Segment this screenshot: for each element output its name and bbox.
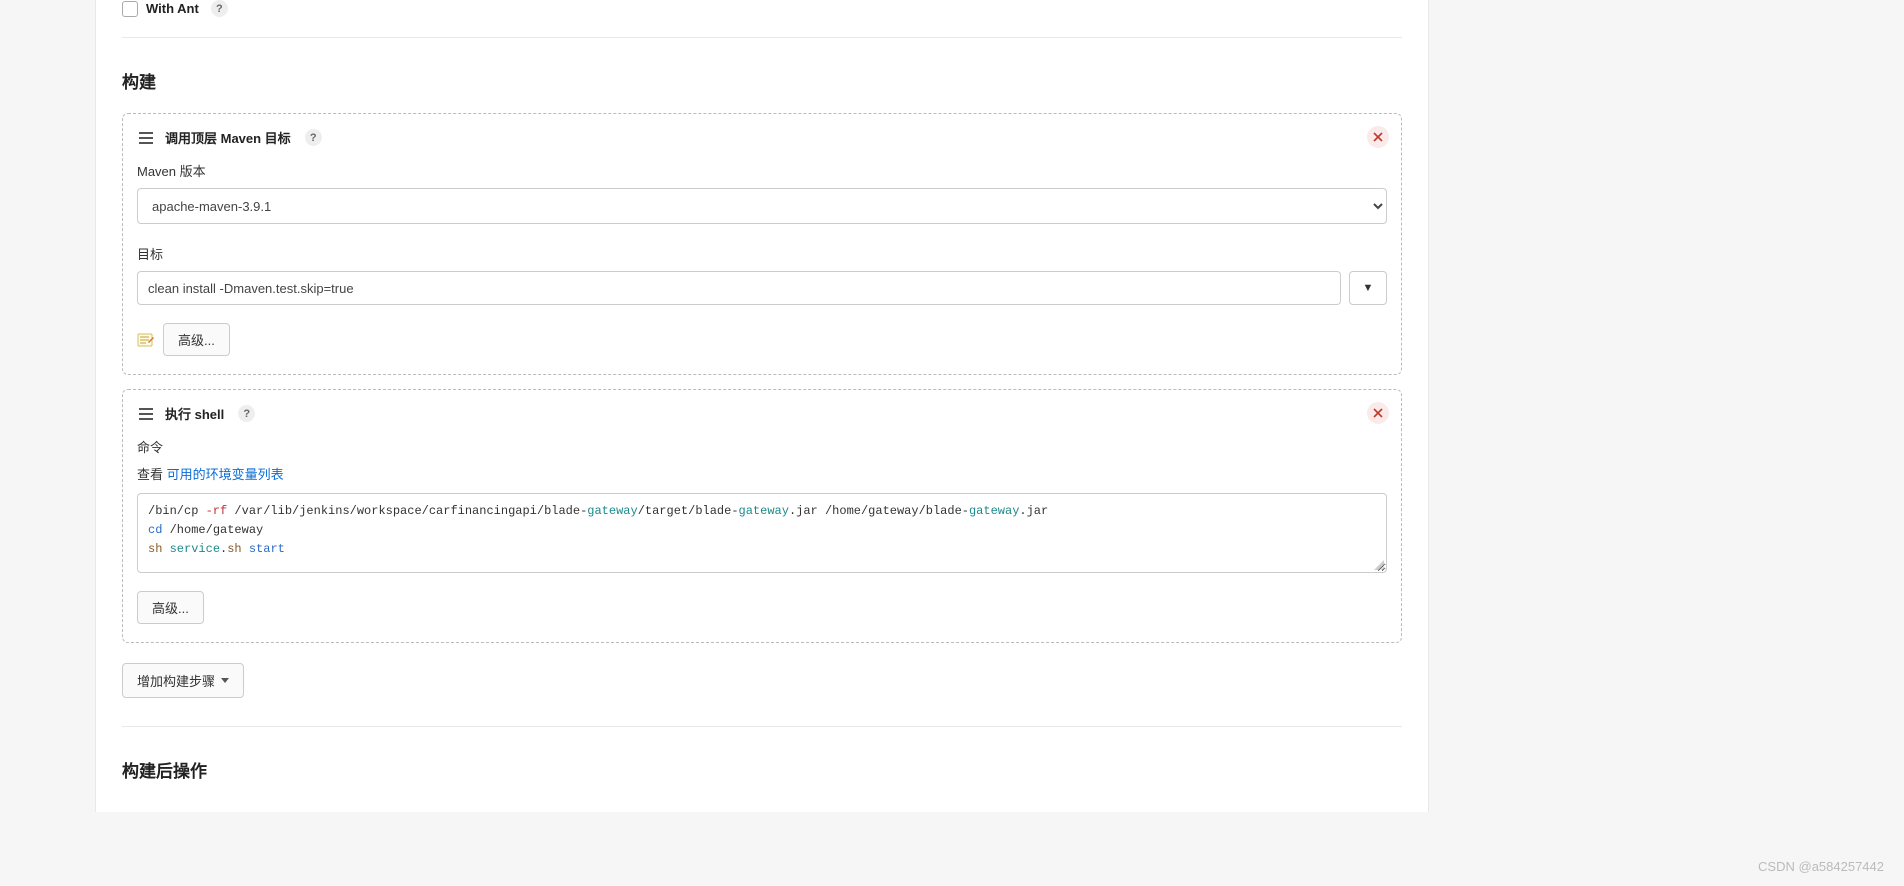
env-vars-link[interactable]: 可用的环境变量列表 <box>167 467 284 482</box>
post-build-section-title: 构建后操作 <box>122 757 1402 782</box>
shell-command-editor[interactable]: /bin/cp -rf /var/lib/jenkins/workspace/c… <box>137 493 1387 573</box>
with-ant-row: With Ant ? <box>122 0 1402 17</box>
chevron-down-icon <box>221 678 229 683</box>
maven-version-select[interactable]: apache-maven-3.9.1 <box>137 188 1387 224</box>
maven-advanced-button[interactable]: 高级... <box>163 323 230 356</box>
maven-card-title: 调用顶层 Maven 目标 <box>165 128 291 147</box>
close-icon <box>1373 132 1383 142</box>
hint-prefix: 查看 <box>137 467 167 482</box>
add-build-step-label: 增加构建步骤 <box>137 671 215 690</box>
card-header: 调用顶层 Maven 目标 ? <box>137 128 1387 147</box>
card-header: 执行 shell ? <box>137 404 1387 423</box>
with-ant-checkbox[interactable] <box>122 1 138 17</box>
shell-command-label: 命令 <box>137 437 1387 456</box>
resize-grip-icon <box>1372 558 1384 570</box>
maven-goal-row: ▼ <box>137 271 1387 305</box>
expand-goal-button[interactable]: ▼ <box>1349 271 1387 305</box>
add-build-step-button[interactable]: 增加构建步骤 <box>122 663 244 698</box>
advanced-row: 高级... <box>137 323 1387 356</box>
advanced-row: 高级... <box>137 591 1387 624</box>
maven-version-label: Maven 版本 <box>137 161 1387 180</box>
drag-handle-icon[interactable] <box>137 130 155 146</box>
edit-icon <box>137 331 155 349</box>
maven-goal-input[interactable] <box>137 271 1341 305</box>
shell-card-title: 执行 shell <box>165 404 224 423</box>
maven-build-step: 调用顶层 Maven 目标 ? Maven 版本 apache-maven-3.… <box>122 113 1402 375</box>
watermark: CSDN @a584257442 <box>1758 859 1884 874</box>
divider <box>122 726 1402 727</box>
maven-goal-label: 目标 <box>137 244 1387 263</box>
help-icon[interactable]: ? <box>211 0 228 17</box>
shell-advanced-button[interactable]: 高级... <box>137 591 204 624</box>
help-icon[interactable]: ? <box>305 129 322 146</box>
shell-build-step: 执行 shell ? 命令 查看 可用的环境变量列表 /bin/cp -rf /… <box>122 389 1402 643</box>
remove-step-button[interactable] <box>1367 126 1389 148</box>
remove-step-button[interactable] <box>1367 402 1389 424</box>
help-icon[interactable]: ? <box>238 405 255 422</box>
divider <box>122 37 1402 38</box>
env-vars-hint: 查看 可用的环境变量列表 <box>137 464 1387 483</box>
build-section-title: 构建 <box>122 68 1402 93</box>
close-icon <box>1373 408 1383 418</box>
drag-handle-icon[interactable] <box>137 406 155 422</box>
with-ant-label: With Ant <box>146 1 199 16</box>
